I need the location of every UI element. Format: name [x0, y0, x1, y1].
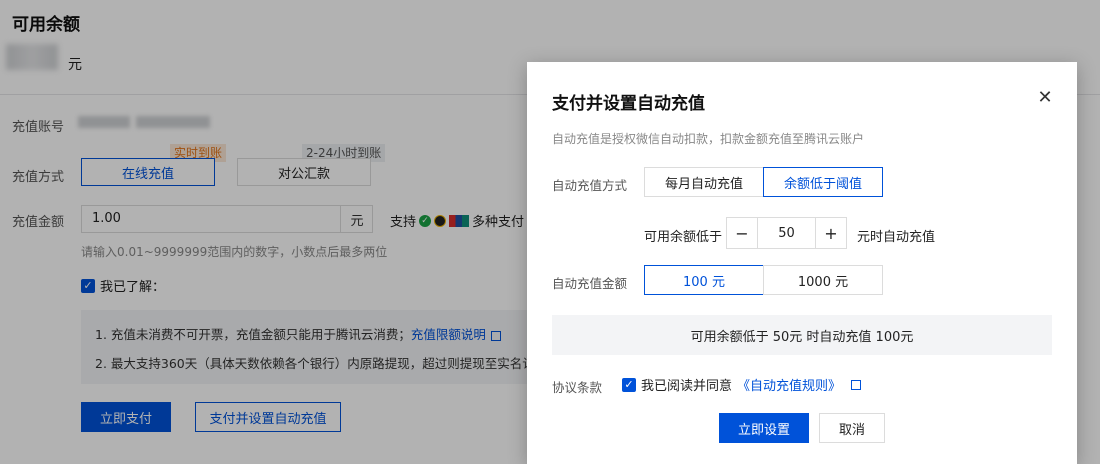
threshold-stepper[interactable]: − 50 + — [726, 217, 847, 249]
auto-amount-label: 自动充值金额 — [552, 276, 628, 291]
agreement-checkbox[interactable]: ✓ — [622, 377, 636, 392]
dialog-title: 支付并设置自动充值 — [552, 94, 705, 114]
auto-recharge-dialog: 支付并设置自动充值 ✕ 自动充值是授权微信自动扣款，扣款金额充值至腾讯云账户 自… — [527, 62, 1077, 464]
monthly-recharge-option[interactable]: 每月自动充值 — [644, 167, 764, 197]
agreement-text: 我已阅读并同意 — [641, 379, 733, 394]
agreement-link[interactable]: 《自动充值规则》 — [737, 375, 841, 394]
threshold-suffix: 元时自动充值 — [857, 230, 936, 245]
cancel-button[interactable]: 取消 — [819, 413, 885, 443]
recharge-summary: 可用余额低于 50元 时自动充值 100元 — [552, 315, 1052, 355]
agreement-row[interactable]: ✓ 我已阅读并同意 《自动充值规则》 — [622, 375, 862, 394]
external-link-icon — [851, 379, 862, 390]
threshold-prefix: 可用余额低于 — [644, 230, 723, 245]
close-icon[interactable]: ✕ — [1037, 89, 1053, 107]
confirm-button[interactable]: 立即设置 — [719, 413, 809, 443]
dialog-description: 自动充值是授权微信自动扣款，扣款金额充值至腾讯云账户 — [552, 132, 865, 146]
amount-1000-option[interactable]: 1000 元 — [763, 265, 883, 295]
plus-icon[interactable]: + — [816, 218, 846, 248]
agreement-label: 协议条款 — [552, 380, 603, 395]
auto-method-label: 自动充值方式 — [552, 178, 628, 193]
below-threshold-option[interactable]: 余额低于阈值 — [763, 167, 883, 197]
threshold-value[interactable]: 50 — [757, 218, 816, 248]
minus-icon[interactable]: − — [727, 218, 757, 248]
amount-100-option[interactable]: 100 元 — [644, 265, 764, 295]
